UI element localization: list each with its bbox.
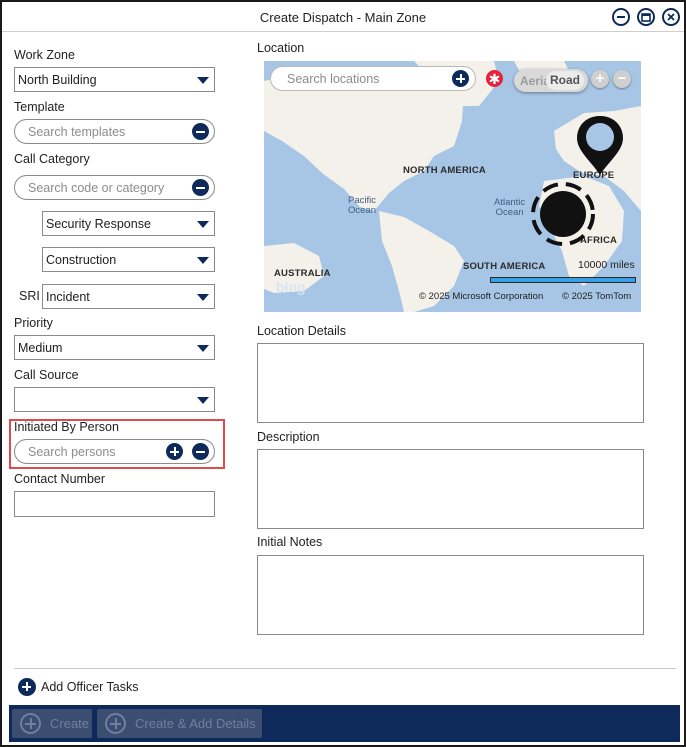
map-copyright-tomtom: © 2025 TomTom (562, 291, 632, 302)
map-view-toggle[interactable]: Aerial Road (514, 69, 588, 92)
map-label-pacific: Pacific Ocean (348, 196, 376, 216)
category-level1-select[interactable]: Security Response (42, 211, 215, 236)
plus-circle-icon (105, 713, 126, 734)
priority-value: Medium (18, 341, 63, 355)
create-button[interactable]: Create (12, 709, 92, 738)
minus-circle-icon[interactable] (192, 123, 209, 140)
location-details-field[interactable] (257, 343, 644, 423)
map-pin-icon[interactable] (573, 113, 627, 177)
map-label-atlantic-line2: Ocean (495, 207, 524, 218)
close-icon[interactable] (662, 8, 680, 26)
map-label-north-america: NORTH AMERICA (403, 165, 486, 176)
create-add-details-button[interactable]: Create & Add Details (97, 709, 262, 738)
window-title: Create Dispatch - Main Zone (259, 10, 427, 25)
contact-number-field[interactable] (14, 491, 215, 517)
contact-number-label: Contact Number (14, 472, 106, 486)
initiated-by-label: Initiated By Person (14, 420, 119, 434)
template-label: Template (14, 100, 65, 114)
call-source-label: Call Source (14, 368, 79, 382)
title-bar: Create Dispatch - Main Zone (2, 2, 684, 32)
description-label: Description (257, 430, 320, 444)
minimize-icon[interactable] (612, 8, 630, 26)
chevron-down-icon (197, 257, 209, 264)
work-zone-select[interactable]: North Building (14, 67, 215, 92)
call-source-select[interactable] (14, 387, 215, 412)
initial-notes-field[interactable] (257, 555, 644, 635)
map-label-south-america: SOUTH AMERICA (463, 261, 546, 272)
template-search-placeholder: Search templates (28, 125, 126, 139)
call-category-label: Call Category (14, 152, 90, 166)
sri-select[interactable]: Incident (42, 284, 215, 309)
priority-label: Priority (14, 316, 53, 330)
plus-circle-icon (20, 713, 41, 734)
zoom-out-icon[interactable]: − (613, 70, 631, 88)
chevron-down-icon (197, 294, 209, 301)
description-field[interactable] (257, 449, 644, 529)
divider (14, 668, 676, 669)
bing-logo: bing (276, 279, 306, 295)
add-officer-tasks-label: Add Officer Tasks (41, 680, 139, 694)
plus-circle-icon (18, 678, 36, 696)
target-marker-icon[interactable] (530, 181, 596, 247)
chevron-down-icon (197, 77, 209, 84)
template-search[interactable]: Search templates (14, 119, 215, 144)
map-label-australia: AUSTRALIA (274, 268, 331, 279)
chevron-down-icon (197, 221, 209, 228)
map-scale-label: 10000 miles (578, 259, 635, 271)
sri-value: Incident (46, 290, 90, 304)
create-dispatch-window: Create Dispatch - Main Zone Work Zone No… (0, 0, 686, 747)
map-label-atlantic: Atlantic Ocean (494, 198, 525, 218)
map-label-pacific-line2: Ocean (348, 205, 376, 216)
chevron-down-icon (197, 397, 209, 404)
map-view-road[interactable]: Road (546, 71, 584, 90)
call-category-search[interactable]: Search code or category (14, 175, 215, 200)
location-details-label: Location Details (257, 324, 346, 338)
initiated-by-search-placeholder: Search persons (28, 445, 116, 459)
location-label: Location (257, 41, 305, 55)
location-search-placeholder: Search locations (287, 72, 380, 86)
plus-circle-icon[interactable] (166, 443, 183, 460)
minus-circle-icon[interactable] (192, 179, 209, 196)
create-add-details-button-label: Create & Add Details (135, 716, 256, 731)
location-map[interactable]: NORTH AMERICA EUROPE AFRICA SOUTH AMERIC… (264, 61, 641, 312)
work-zone-label: Work Zone (14, 48, 75, 62)
call-category-search-placeholder: Search code or category (28, 181, 165, 195)
work-zone-value: North Building (18, 73, 97, 87)
initiated-by-search[interactable]: Search persons (14, 439, 215, 464)
clear-icon[interactable]: ✱ (486, 70, 503, 87)
footer-bar: Create Create & Add Details (9, 705, 680, 742)
category-level1-value: Security Response (46, 217, 151, 231)
initial-notes-label: Initial Notes (257, 535, 323, 549)
sri-label: SRI (19, 289, 40, 303)
priority-select[interactable]: Medium (14, 335, 215, 360)
create-button-label: Create (50, 716, 90, 731)
plus-circle-icon[interactable] (452, 70, 469, 87)
chevron-down-icon (197, 345, 209, 352)
map-scale-bar (490, 277, 636, 283)
category-level2-select[interactable]: Construction (42, 247, 215, 272)
restore-icon[interactable] (637, 8, 655, 26)
location-search[interactable]: Search locations (270, 66, 476, 91)
category-level2-value: Construction (46, 253, 117, 267)
map-copyright-microsoft: © 2025 Microsoft Corporation (419, 291, 544, 302)
minus-circle-icon[interactable] (192, 443, 209, 460)
zoom-in-icon[interactable]: + (591, 70, 609, 88)
